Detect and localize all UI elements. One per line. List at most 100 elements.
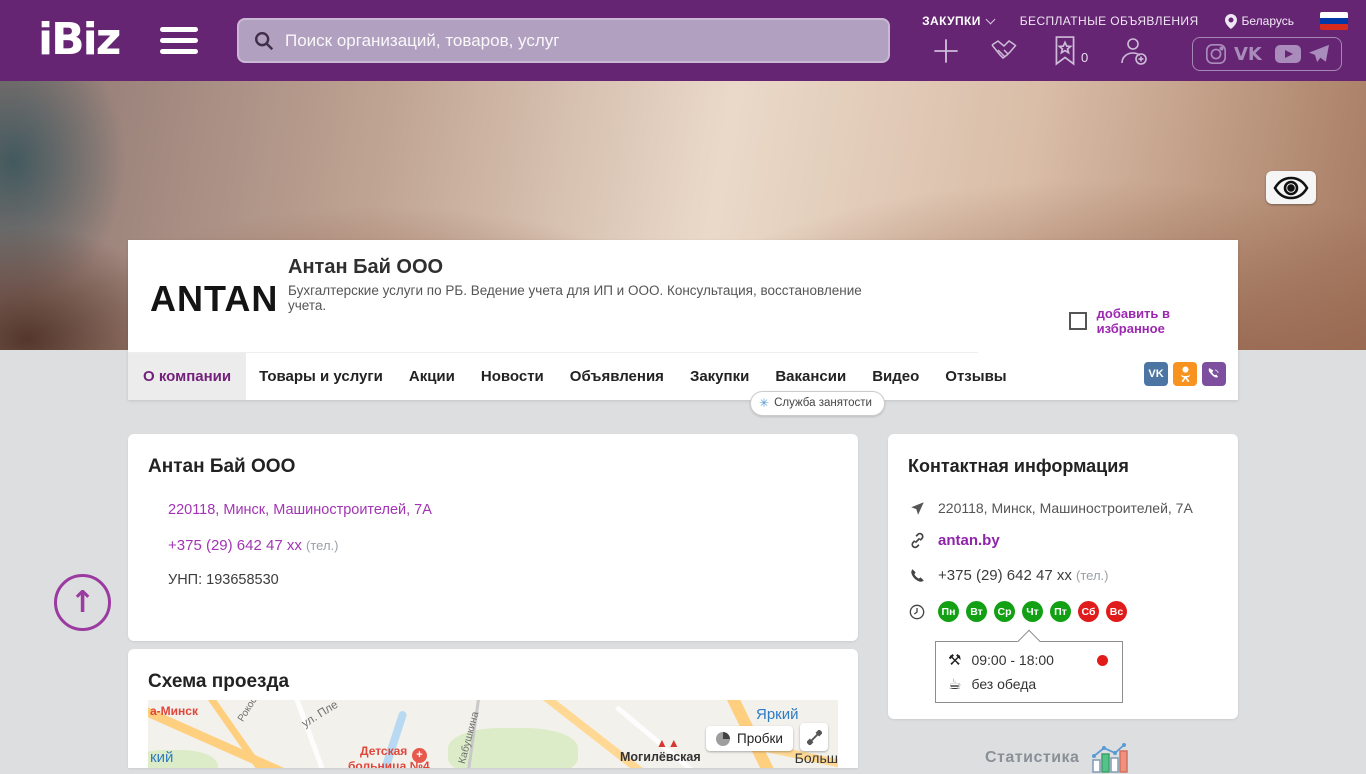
- top-header: iBiz ЗАКУПКИ БЕСПЛАТНЫЕ ОБЪЯВЛЕНИЯ Белар…: [0, 0, 1366, 81]
- zakupki-menu[interactable]: ЗАКУПКИ: [922, 14, 994, 28]
- working-hours-tooltip: ⚒ 09:00 - 18:00 ☕ без обеда: [935, 641, 1123, 703]
- day-badge-mon[interactable]: Пн: [938, 601, 959, 622]
- vk-icon[interactable]: VK: [1234, 44, 1268, 64]
- map-label-street: ул. Пле: [300, 700, 340, 730]
- telegram-icon[interactable]: [1308, 44, 1330, 64]
- day-badge-sat[interactable]: Сб: [1078, 601, 1099, 622]
- company-description: Бухгалтерские услуги по РБ. Ведение учет…: [288, 283, 888, 313]
- weekday-badges: Пн Вт Ср Чт Пт Сб Вс: [938, 601, 1127, 622]
- tab-products[interactable]: Товары и услуги: [246, 353, 396, 400]
- contact-website-row: antan.by: [908, 532, 1000, 549]
- tab-promos[interactable]: Акции: [396, 353, 468, 400]
- statistics-link[interactable]: Статистика: [985, 742, 1133, 774]
- contact-title: Контактная информация: [908, 456, 1129, 477]
- day-badge-sun[interactable]: Вс: [1106, 601, 1127, 622]
- eye-icon: [1273, 176, 1309, 200]
- chevron-down-icon: [985, 15, 995, 25]
- link-icon: [909, 532, 926, 549]
- favorites-count: 0: [1081, 50, 1088, 65]
- contact-phone-link[interactable]: +375 (29) 642 47 xx (тел.): [938, 567, 1108, 584]
- day-badge-tue[interactable]: Вт: [966, 601, 987, 622]
- tooltip-arrow: [1018, 630, 1041, 653]
- svg-text:VK: VK: [1234, 44, 1263, 64]
- metro-icon: ▲▲: [656, 736, 680, 750]
- coffee-cup-icon: ☕: [948, 675, 961, 693]
- lunch-row: ☕ без обеда: [948, 675, 1110, 693]
- phone-icon: [910, 568, 925, 583]
- handshake-icon[interactable]: [990, 37, 1022, 65]
- vk-share-icon[interactable]: VK: [1144, 362, 1168, 386]
- about-address-link[interactable]: 220118, Минск, Машиностроителей, 7А: [168, 502, 432, 518]
- tab-ads[interactable]: Объявления: [557, 353, 677, 400]
- user-register-icon[interactable]: [1118, 36, 1148, 66]
- map-label-district: кий: [150, 749, 173, 766]
- company-header-card: ANTAN Антан Бай ООО Бухгалтерские услуги…: [128, 240, 1238, 400]
- contact-phone-row: +375 (29) 642 47 xx (тел.): [908, 567, 1108, 584]
- navigation-arrow-icon: [910, 501, 925, 516]
- contact-info-card: Контактная информация 220118, Минск, Маш…: [888, 434, 1238, 719]
- employment-service-tooltip: ✳ Служба занятости: [750, 391, 885, 416]
- viber-icon[interactable]: [1202, 362, 1226, 386]
- map-card: Схема проезда а-Минск ул. Пле Рокоссовск…: [128, 649, 858, 768]
- schedule-row: Пн Вт Ср Чт Пт Сб Вс: [908, 601, 1127, 622]
- traffic-icon: [716, 732, 730, 746]
- favorite-label: добавить в избранное: [1097, 306, 1238, 336]
- up-arrow-icon: ↑: [70, 585, 95, 620]
- day-badge-thu[interactable]: Чт: [1022, 601, 1043, 622]
- closed-now-indicator: [1097, 655, 1108, 666]
- favorite-checkbox[interactable]: [1069, 312, 1087, 330]
- tab-reviews[interactable]: Отзывы: [932, 353, 1019, 400]
- instagram-icon[interactable]: [1205, 43, 1227, 65]
- company-social-links: VK: [1144, 362, 1226, 386]
- tab-purchases[interactable]: Закупки: [677, 353, 762, 400]
- ok-share-icon[interactable]: [1173, 362, 1197, 386]
- map-title: Схема проезда: [148, 671, 289, 693]
- employment-service-icon: ✳: [759, 396, 769, 410]
- contact-address-row: 220118, Минск, Машиностроителей, 7А: [908, 500, 1193, 516]
- company-logo: ANTAN: [150, 278, 278, 320]
- region-selector[interactable]: Беларусь: [1225, 14, 1294, 29]
- scroll-to-top-button[interactable]: ↑: [54, 574, 111, 631]
- youtube-icon[interactable]: [1275, 44, 1301, 64]
- header-social-links: VK: [1192, 37, 1342, 71]
- traffic-toggle-button[interactable]: Пробки: [706, 726, 793, 751]
- map-label-metro-station: Могилёвская: [620, 750, 701, 764]
- work-tools-icon: ⚒: [948, 651, 961, 669]
- route-map[interactable]: а-Минск ул. Пле Рокоссовского Кабушкина …: [148, 700, 838, 768]
- phone-type-label: (тел.): [1076, 568, 1108, 583]
- search-input[interactable]: [285, 31, 845, 51]
- day-badge-fri[interactable]: Пт: [1050, 601, 1071, 622]
- search-bar[interactable]: [237, 18, 890, 63]
- expand-arrows-icon: [807, 730, 822, 745]
- tab-about[interactable]: О компании: [128, 353, 246, 400]
- bookmark-favorites-icon[interactable]: [1052, 36, 1078, 66]
- language-flag-ru[interactable]: [1320, 12, 1348, 30]
- header-action-icons: 0: [932, 36, 1148, 66]
- map-label-street: Рокоссовского: [236, 700, 281, 724]
- map-label-district: Яркий: [756, 706, 799, 723]
- hours-row: ⚒ 09:00 - 18:00: [948, 651, 1110, 669]
- statistics-chart-icon: [1091, 742, 1133, 774]
- map-label-city: а-Минск: [150, 704, 198, 718]
- about-title: Антан Бай ООО: [148, 456, 295, 478]
- site-logo[interactable]: iBiz: [38, 14, 119, 65]
- location-pin-icon: [1225, 14, 1237, 29]
- about-company-card: Антан Бай ООО 220118, Минск, Машинострои…: [128, 434, 858, 641]
- phone-type-label: (тел.): [306, 538, 338, 553]
- add-plus-icon[interactable]: [932, 37, 960, 65]
- company-name: Антан Бай ООО: [288, 256, 443, 279]
- search-icon: [253, 30, 275, 52]
- about-phone-link[interactable]: +375 (29) 642 47 xx (тел.): [168, 537, 338, 554]
- hospital-cross-icon: +: [412, 748, 427, 763]
- free-ads-link[interactable]: БЕСПЛАТНЫЕ ОБЪЯВЛЕНИЯ: [1020, 14, 1199, 28]
- website-link[interactable]: antan.by: [938, 532, 1000, 549]
- top-nav: ЗАКУПКИ БЕСПЛАТНЫЕ ОБЪЯВЛЕНИЯ Беларусь: [922, 12, 1348, 30]
- map-expand-button[interactable]: [800, 723, 828, 751]
- day-badge-wed[interactable]: Ср: [994, 601, 1015, 622]
- add-to-favorites[interactable]: добавить в избранное: [1069, 306, 1238, 336]
- about-unp: УНП: 193658530: [168, 572, 279, 588]
- hamburger-menu-icon[interactable]: [160, 27, 198, 55]
- accessibility-eye-button[interactable]: [1266, 171, 1316, 204]
- tab-news[interactable]: Новости: [468, 353, 557, 400]
- clock-icon: [909, 604, 925, 620]
